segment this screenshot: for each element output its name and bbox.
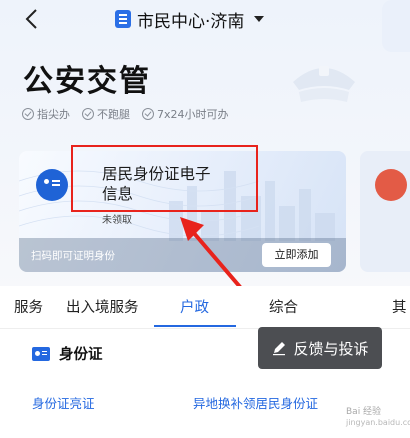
- tab-household[interactable]: 户政: [180, 296, 209, 317]
- card-status: 未领取: [102, 215, 132, 226]
- service-remote-replace[interactable]: 异地换补领居民身份证: [193, 393, 318, 412]
- pen-icon: [273, 342, 286, 356]
- add-now-button[interactable]: 立即添加: [262, 243, 331, 267]
- card-footer: 扫码即可证明身份 立即添加: [19, 238, 346, 272]
- card-hint: 扫码即可证明身份: [31, 250, 115, 262]
- tab-general[interactable]: 综合: [269, 296, 298, 317]
- tab-other[interactable]: 其: [392, 296, 407, 317]
- watermark: Bai 经验: [346, 407, 382, 417]
- check-circle-icon: [82, 108, 94, 120]
- back-arrow-icon[interactable]: [22, 8, 42, 30]
- feature-label: 不跑腿: [97, 108, 130, 121]
- check-circle-icon: [22, 108, 34, 120]
- service-id-display[interactable]: 身份证亮证: [32, 393, 95, 412]
- tab-exit-entry[interactable]: 出入境服务: [66, 296, 139, 317]
- annotation-highlight-box: [71, 145, 258, 212]
- caret-down-icon: [254, 16, 265, 22]
- police-hat-icon: [293, 66, 355, 102]
- page-title: 公安交管: [23, 64, 151, 99]
- next-card-icon: [375, 169, 407, 201]
- feature-label: 指尖办: [37, 108, 70, 121]
- tab-service[interactable]: 服务: [14, 296, 43, 317]
- partial-panel: [382, 0, 410, 52]
- feature-list: 指尖办 不跑腿 7x24小时可办: [22, 106, 229, 122]
- id-card-avatar-icon: [36, 169, 68, 201]
- check-circle-icon: [142, 108, 154, 120]
- id-card-icon: [32, 346, 50, 361]
- city-selector[interactable]: 市民中心·济南: [115, 8, 265, 32]
- feedback-button[interactable]: 反馈与投诉: [258, 327, 382, 369]
- section-header: 身份证: [32, 343, 103, 364]
- section-title: 身份证: [59, 347, 103, 363]
- feature-item: 7x24小时可办: [142, 106, 229, 122]
- city-name: 市民中心·济南: [137, 11, 245, 32]
- next-card-peek[interactable]: [360, 151, 410, 272]
- nav-bar: 市民中心·济南: [0, 0, 410, 52]
- category-tabs: 服务 出入境服务 户政 综合 其: [0, 286, 410, 329]
- feature-item: 指尖办: [22, 106, 70, 122]
- feature-label: 7x24小时可办: [157, 108, 229, 121]
- city-logo-icon: [115, 10, 131, 28]
- active-tab-indicator: [154, 325, 236, 327]
- watermark-url: jingyan.baidu.com: [346, 418, 410, 427]
- feedback-label: 反馈与投诉: [293, 339, 369, 358]
- feature-item: 不跑腿: [82, 106, 130, 122]
